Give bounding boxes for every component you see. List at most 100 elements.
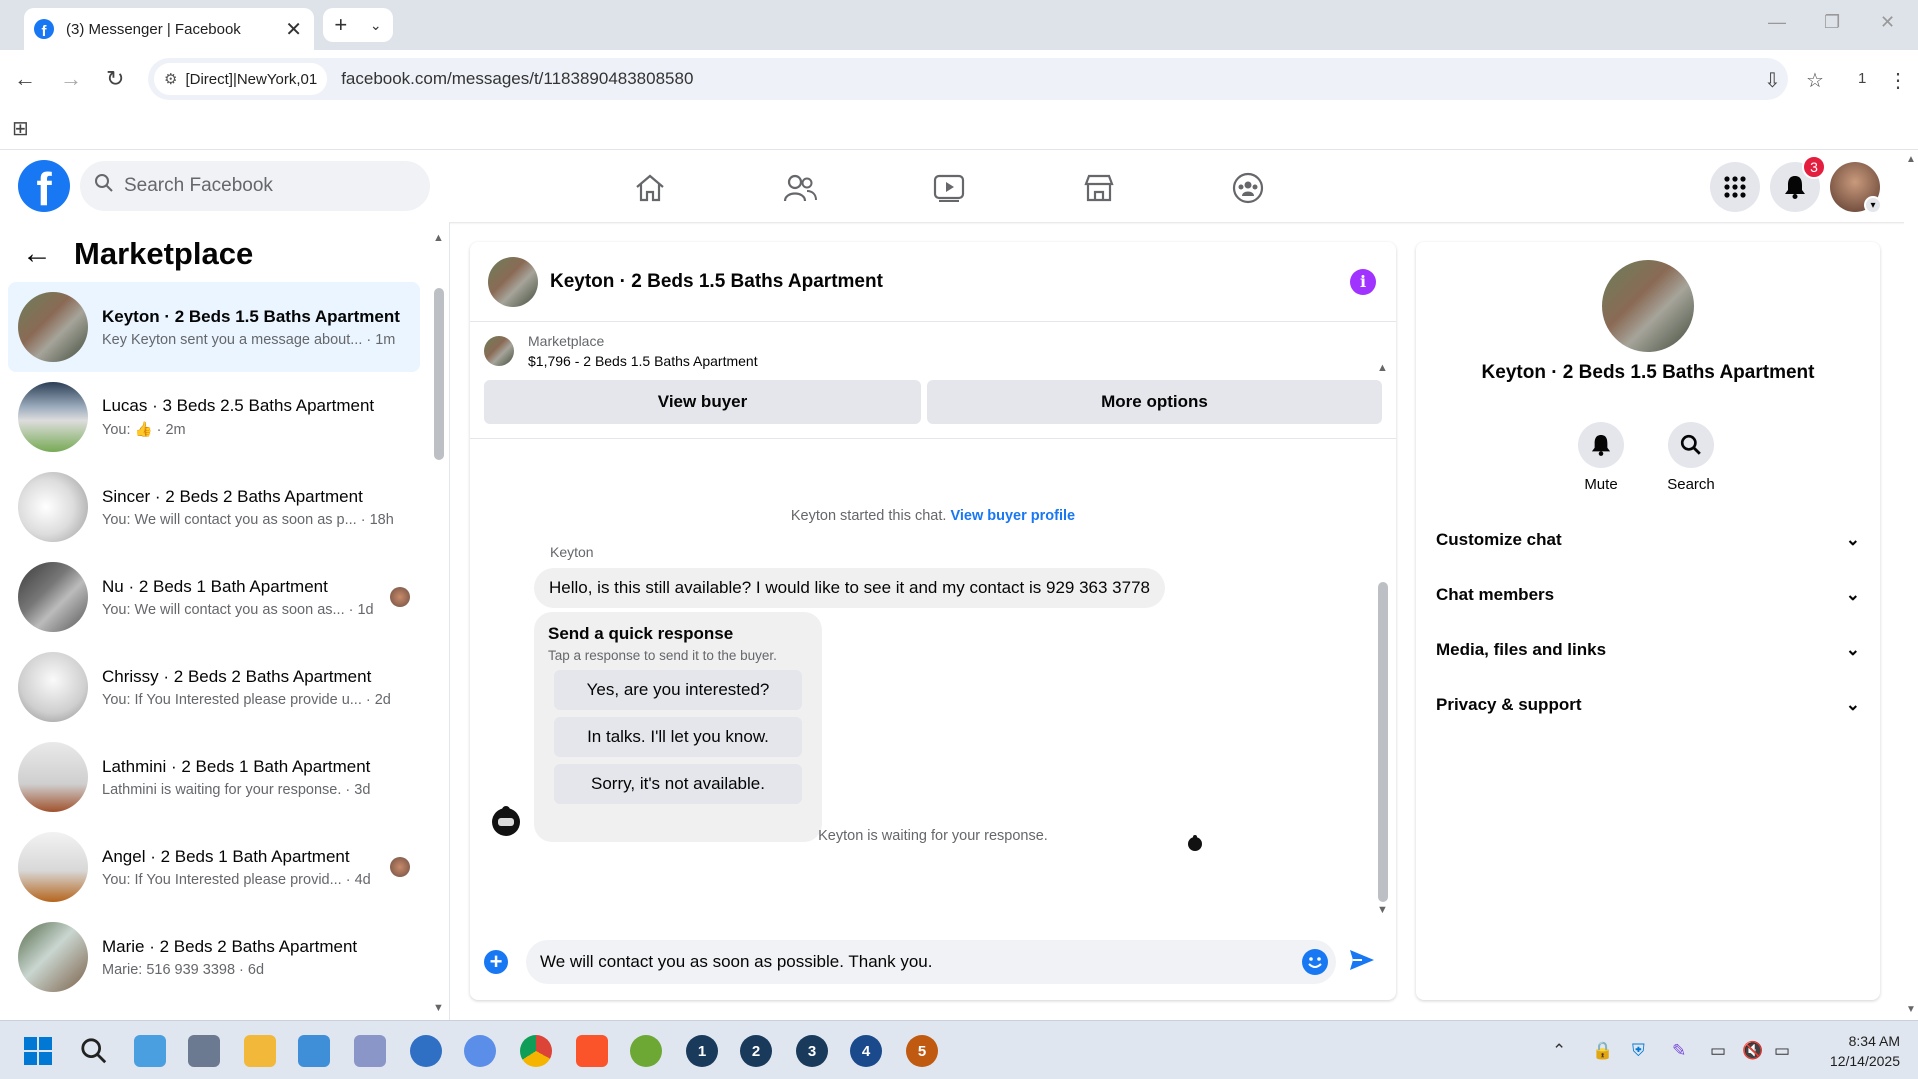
tray-lock-icon[interactable]: 🔒 <box>1592 1041 1613 1061</box>
app-icon[interactable] <box>188 1035 220 1067</box>
tray-shield-icon[interactable]: ⛨ <box>1632 1041 1645 1061</box>
info-icon[interactable]: i <box>1350 268 1376 295</box>
media-files-links-section[interactable]: Media, files and links ⌄ <box>1436 630 1860 670</box>
address-bar[interactable]: ⚙ [Direct]|NewYork,01 facebook.com/messa… <box>148 58 1788 100</box>
account-chevron-icon[interactable]: ▾ <box>1864 196 1882 214</box>
chat-scrollbar[interactable] <box>1378 582 1388 902</box>
app-icon[interactable] <box>464 1035 496 1067</box>
tray-volume-muted-icon[interactable]: 🔇 <box>1742 1041 1763 1061</box>
conversation-preview: Key Keyton sent you a message about... ·… <box>102 331 396 348</box>
forward-icon[interactable]: → <box>60 66 82 92</box>
back-icon[interactable]: ← <box>14 66 36 92</box>
more-options-button[interactable]: More options <box>927 380 1382 424</box>
reload-icon[interactable]: ↻ <box>106 66 124 92</box>
minimize-icon[interactable]: — <box>1768 12 1786 33</box>
view-buyer-button[interactable]: View buyer <box>484 380 922 424</box>
marketplace-nav-icon[interactable] <box>1079 168 1119 208</box>
app-icon[interactable] <box>630 1035 662 1067</box>
chevron-down-icon: ⌄ <box>1845 695 1860 714</box>
conversation-item[interactable]: Keyton · 2 Beds 1.5 Baths Apartment Key K… <box>8 282 420 372</box>
close-window-icon[interactable]: ✕ <box>1880 12 1895 33</box>
install-app-icon[interactable]: ⇩ <box>1764 68 1781 93</box>
windows-start-icon[interactable] <box>22 1035 54 1067</box>
page-scroll-down-icon[interactable]: ▼ <box>1906 1004 1916 1015</box>
send-icon[interactable] <box>1348 948 1376 976</box>
app-icon[interactable] <box>354 1035 386 1067</box>
friends-nav-icon[interactable] <box>780 168 820 208</box>
conversation-item[interactable]: Lucas · 3 Beds 2.5 Baths Apartment You: 👍… <box>8 372 420 462</box>
new-tab-plus-icon[interactable]: + <box>334 12 347 38</box>
conversation-avatar <box>18 832 88 902</box>
brave-icon[interactable] <box>576 1035 608 1067</box>
tray-pen-icon[interactable]: ✎ <box>1672 1041 1686 1061</box>
numbered-app-icon[interactable]: 3 <box>796 1035 828 1067</box>
url-text[interactable]: facebook.com/messages/t/1183890483808580 <box>341 69 693 89</box>
globe-app-icon[interactable] <box>410 1035 442 1067</box>
page-scrollbar[interactable]: ▲ ▼ <box>1904 150 1918 1020</box>
conversation-item[interactable]: Lathmini · 2 Beds 1 Bath Apartment Lathmi… <box>8 732 420 822</box>
chat-scroll-up-icon[interactable]: ▲ <box>1377 362 1388 374</box>
home-nav-icon[interactable] <box>630 168 670 208</box>
emoji-icon[interactable] <box>1302 949 1328 975</box>
file-explorer-icon[interactable] <box>244 1035 276 1067</box>
numbered-app-icon[interactable]: 5 <box>906 1035 938 1067</box>
browser-tab[interactable]: f (3) Messenger | Facebook ✕ <box>24 8 314 50</box>
restore-icon[interactable]: ❐ <box>1824 12 1840 33</box>
mute-bell-icon[interactable] <box>1578 422 1624 468</box>
tray-network-icon[interactable]: ▭ <box>1710 1041 1726 1061</box>
scroll-down-icon[interactable]: ▼ <box>433 1002 444 1014</box>
quick-response-button[interactable]: In talks. I'll let you know. <box>554 717 802 757</box>
chat-scroll-down-icon[interactable]: ▼ <box>1377 904 1388 916</box>
chat-members-section[interactable]: Chat members ⌄ <box>1436 575 1860 615</box>
menu-grid-icon[interactable] <box>1710 162 1760 212</box>
sidebar-scrollbar[interactable] <box>434 288 444 460</box>
search-conversation-icon[interactable] <box>1668 422 1714 468</box>
tray-battery-icon[interactable]: ▭ <box>1774 1041 1790 1061</box>
close-tab-icon[interactable]: ✕ <box>285 17 302 42</box>
app-icon[interactable] <box>298 1035 330 1067</box>
sidebar-title: Marketplace <box>74 236 254 271</box>
quick-response-button[interactable]: Sorry, it's not available. <box>554 764 802 804</box>
browser-toolbar: ← → ↻ ⚙ [Direct]|NewYork,01 facebook.com… <box>0 50 1918 108</box>
search-action[interactable]: Search <box>1651 422 1731 493</box>
apps-grid-icon[interactable]: ⊞ <box>12 116 29 141</box>
conversation-name: Lucas · 3 Beds 2.5 Baths Apartment <box>102 396 375 415</box>
chevron-down-icon: ⌄ <box>1845 585 1860 604</box>
numbered-app-icon[interactable]: 2 <box>740 1035 772 1067</box>
profile-count[interactable]: 1 <box>1858 70 1866 87</box>
conversation-item[interactable]: Chrissy · 2 Beds 2 Baths Apartment You: I… <box>8 642 420 732</box>
app-icon[interactable] <box>134 1035 166 1067</box>
message-input[interactable]: We will contact you as soon as possible.… <box>526 940 1336 984</box>
add-attachment-icon[interactable]: + <box>484 950 508 974</box>
conversation-item[interactable]: Marie · 2 Beds 2 Baths Apartment Marie: 5… <box>8 912 420 1002</box>
numbered-app-icon[interactable]: 1 <box>686 1035 718 1067</box>
chat-avatar[interactable] <box>488 256 538 307</box>
site-info-chip[interactable]: ⚙ [Direct]|NewYork,01 <box>154 63 328 95</box>
message-bubble: Hello, is this still available? I would … <box>534 568 1165 608</box>
conversation-item[interactable]: Nu · 2 Beds 1 Bath Apartment You: We will… <box>8 552 420 642</box>
scroll-up-icon[interactable]: ▲ <box>433 232 444 244</box>
conversation-item[interactable]: Angel · 2 Beds 1 Bath Apartment You: If Y… <box>8 822 420 912</box>
video-nav-icon[interactable] <box>929 168 969 208</box>
customize-chat-section[interactable]: Customize chat ⌄ <box>1436 520 1860 560</box>
chrome-icon[interactable] <box>520 1035 552 1067</box>
conversation-item[interactable]: Sincer · 2 Beds 2 Baths Apartment You: We… <box>8 462 420 552</box>
taskbar-clock[interactable]: 8:34 AM 12/14/2025 <box>1816 1031 1900 1071</box>
mute-action[interactable]: Mute <box>1561 422 1641 493</box>
facebook-search-input[interactable]: Search Facebook <box>80 161 430 211</box>
quick-response-button[interactable]: Yes, are you interested? <box>554 670 802 710</box>
groups-nav-icon[interactable] <box>1228 168 1268 208</box>
chat-title[interactable]: Keyton · 2 Beds 1.5 Baths Apartment <box>550 271 1350 293</box>
numbered-app-icon[interactable]: 4 <box>850 1035 882 1067</box>
page-scroll-up-icon[interactable]: ▲ <box>1906 154 1916 165</box>
privacy-support-section[interactable]: Privacy & support ⌄ <box>1436 685 1860 725</box>
tab-list-chevron-icon[interactable]: ⌄ <box>370 17 382 34</box>
taskbar-search-icon[interactable] <box>78 1035 110 1067</box>
tray-chevron-up-icon[interactable]: ⌃ <box>1552 1041 1566 1061</box>
back-arrow-icon[interactable]: ← <box>22 237 52 271</box>
bookmark-star-icon[interactable]: ☆ <box>1806 68 1824 93</box>
view-buyer-profile-link[interactable]: View buyer profile <box>950 508 1075 524</box>
facebook-logo-icon[interactable]: f <box>18 160 70 212</box>
details-avatar[interactable] <box>1602 260 1694 352</box>
menu-kebab-icon[interactable]: ⋮ <box>1888 68 1908 93</box>
